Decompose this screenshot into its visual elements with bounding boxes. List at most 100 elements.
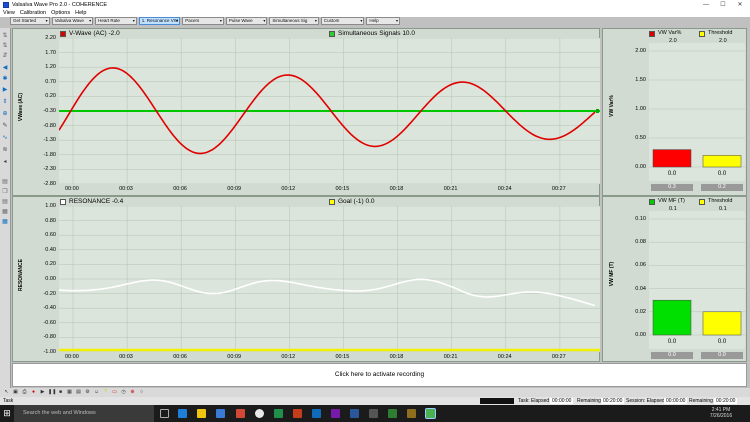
speaker-icon[interactable]: ◂ xyxy=(1,158,9,166)
circle-icon[interactable]: ○ xyxy=(138,389,145,396)
chrome-icon[interactable] xyxy=(255,409,264,418)
vwmf-plot-area[interactable]: 0.0 0.0 xyxy=(649,211,745,349)
right-arrow-icon[interactable]: ▶ xyxy=(1,86,9,94)
bar-value-label: 0.0 xyxy=(668,171,677,177)
arrow-icon[interactable]: ⇵ xyxy=(1,52,9,60)
vwave-plot-area[interactable] xyxy=(58,37,600,185)
x-tick-label: 00:06 xyxy=(173,186,187,192)
bar-value-label: 0.0 xyxy=(718,171,727,177)
vwave-color-swatch[interactable] xyxy=(60,30,66,37)
powerpoint-icon[interactable] xyxy=(293,409,302,418)
vwvar-plot-area[interactable]: 0.0 0.0 xyxy=(649,43,745,181)
status-task: Task xyxy=(3,398,14,404)
onenote-icon[interactable] xyxy=(331,409,340,418)
outlook-icon[interactable] xyxy=(312,409,321,418)
vwvar-threshold-swatch[interactable] xyxy=(699,30,705,37)
tab-help[interactable]: Help ▾ xyxy=(366,17,401,25)
minimize-button[interactable]: — xyxy=(698,0,714,10)
tab-heart-rate[interactable]: Heart Rate ▾ xyxy=(95,17,137,25)
app-icon[interactable] xyxy=(407,409,416,418)
taskbar-date: 7/26/2016 xyxy=(709,413,733,419)
app-icon[interactable] xyxy=(388,409,397,418)
user-icon[interactable]: ☺ xyxy=(93,389,100,396)
windows-taskbar: ⊞ Search the web and Windows 2:41 PM 7/2… xyxy=(0,405,750,422)
app-icon[interactable] xyxy=(369,409,378,418)
valsalva-wave-icon[interactable] xyxy=(425,408,436,419)
word-icon[interactable] xyxy=(350,409,359,418)
print-icon[interactable]: ⎙ xyxy=(21,389,28,396)
gear-icon[interactable]: ✱ xyxy=(1,75,9,83)
signal-color-swatch[interactable] xyxy=(329,30,335,37)
arrow-icon[interactable]: ⇅ xyxy=(1,42,9,50)
close-button[interactable]: ✕ xyxy=(732,0,748,10)
screen-icon[interactable]: ▭ xyxy=(111,389,118,396)
resonance-color-swatch[interactable] xyxy=(60,198,66,205)
edge-icon[interactable] xyxy=(178,409,187,418)
vwmf-threshold-swatch[interactable] xyxy=(699,198,705,205)
tab-pacers[interactable]: Pacers ▾ xyxy=(182,17,224,25)
cursor-icon[interactable]: ↖ xyxy=(3,389,10,396)
resonance-yaxis: 1.00 0.80 0.60 0.40 0.20 0.00 -0.20 -0.40 -0.60 -… xyxy=(13,203,59,355)
tab-custom[interactable]: Custom ▾ xyxy=(320,17,365,25)
tab-label: Pacers xyxy=(185,18,200,23)
y-tick-label: -0.20 xyxy=(43,290,56,297)
spectrum-icon[interactable]: ≋ xyxy=(1,146,9,154)
vwvar-yaxis: 2.00 1.50 1.00 0.50 0.00 VW Var% xyxy=(603,43,649,181)
taskbar-search-box[interactable]: Search the web and Windows xyxy=(14,405,154,422)
vwmf-swatch[interactable] xyxy=(649,198,655,205)
page-icon[interactable]: ▤ xyxy=(1,198,9,206)
zoom-icon[interactable]: ⊕ xyxy=(1,110,9,118)
wave-icon[interactable]: ∿ xyxy=(1,134,9,142)
grid-icon[interactable]: ▦ xyxy=(1,208,9,216)
pen-icon[interactable]: ✎ xyxy=(1,122,9,130)
file-explorer-icon[interactable] xyxy=(197,409,206,418)
excel-icon[interactable] xyxy=(274,409,283,418)
menu-calibration[interactable]: Calibration xyxy=(20,10,46,17)
stop-icon[interactable]: ■ xyxy=(57,389,64,396)
windows-start-icon[interactable]: ⊞ xyxy=(2,408,12,418)
vwvar-swatch[interactable] xyxy=(649,30,655,37)
menu-help[interactable]: Help xyxy=(75,10,86,17)
save-icon[interactable]: ▣ xyxy=(12,389,19,396)
tab-valsalva-wave[interactable]: Valsalva Wave ▾ xyxy=(51,17,94,25)
menu-options[interactable]: Options xyxy=(51,10,70,17)
goal-color-swatch[interactable] xyxy=(329,198,335,205)
zoom-in-icon[interactable]: ⊕ xyxy=(129,389,136,396)
task-view-icon[interactable] xyxy=(160,409,169,418)
y-tick-label: 0.00 xyxy=(635,164,646,170)
maximize-button[interactable]: ☐ xyxy=(715,0,731,10)
y-tick-label: 0.40 xyxy=(45,246,56,253)
page-icon[interactable]: ▤ xyxy=(1,178,9,186)
record-activate-button[interactable]: Click here to activate recording xyxy=(12,363,747,387)
report-icon[interactable]: ▤ xyxy=(75,389,82,396)
store-icon[interactable] xyxy=(216,409,225,418)
status-progress-bar xyxy=(480,398,514,404)
resonance-plot-area[interactable] xyxy=(58,205,600,353)
arrow-icon[interactable]: ⇅ xyxy=(1,32,9,40)
image-icon[interactable]: ▦ xyxy=(66,389,73,396)
goal-title-row: Goal (-1) 0.0 xyxy=(329,198,375,205)
tab-label: Valsalva Wave xyxy=(54,18,84,23)
taskbar-clock[interactable]: 2:41 PM 7/26/2016 xyxy=(695,407,747,419)
settings-icon[interactable]: ⚙ xyxy=(84,389,91,396)
scale-icon[interactable]: ⇕ xyxy=(1,98,9,106)
y-tick-label: 2.00 xyxy=(635,48,646,54)
play-icon[interactable]: ▶ xyxy=(39,389,46,396)
pause-icon[interactable]: ❚❚ xyxy=(48,389,56,396)
menu-view[interactable]: View xyxy=(3,10,15,17)
tab-simultaneous-sig[interactable]: Simultaneous Sig ▾ xyxy=(269,17,319,25)
vwmf-panel: VW MF (T) 0.1 Threshold 0.1 0.10 0.08 0.06… xyxy=(602,196,747,362)
tab-pulse-wave[interactable]: Pulse Wave ▾ xyxy=(225,17,268,25)
help-icon[interactable]: ? xyxy=(102,389,109,396)
grid-icon[interactable]: ▦ xyxy=(1,218,9,226)
clock-icon[interactable]: ◷ xyxy=(120,389,127,396)
tab-label: Simultaneous Sig xyxy=(272,18,308,23)
tab-resonance-vw[interactable]: 1. Resonance VW ▾ xyxy=(138,17,181,25)
x-tick-label: 00:09 xyxy=(227,186,242,192)
tab-get-started[interactable]: Get Started ▾ xyxy=(10,17,50,25)
left-arrow-icon[interactable]: ◀ xyxy=(1,64,9,72)
record-icon[interactable]: ● xyxy=(30,389,37,396)
baseline-end-marker xyxy=(596,109,599,113)
app-icon[interactable] xyxy=(236,409,245,418)
copy-icon[interactable]: ❐ xyxy=(1,188,9,196)
